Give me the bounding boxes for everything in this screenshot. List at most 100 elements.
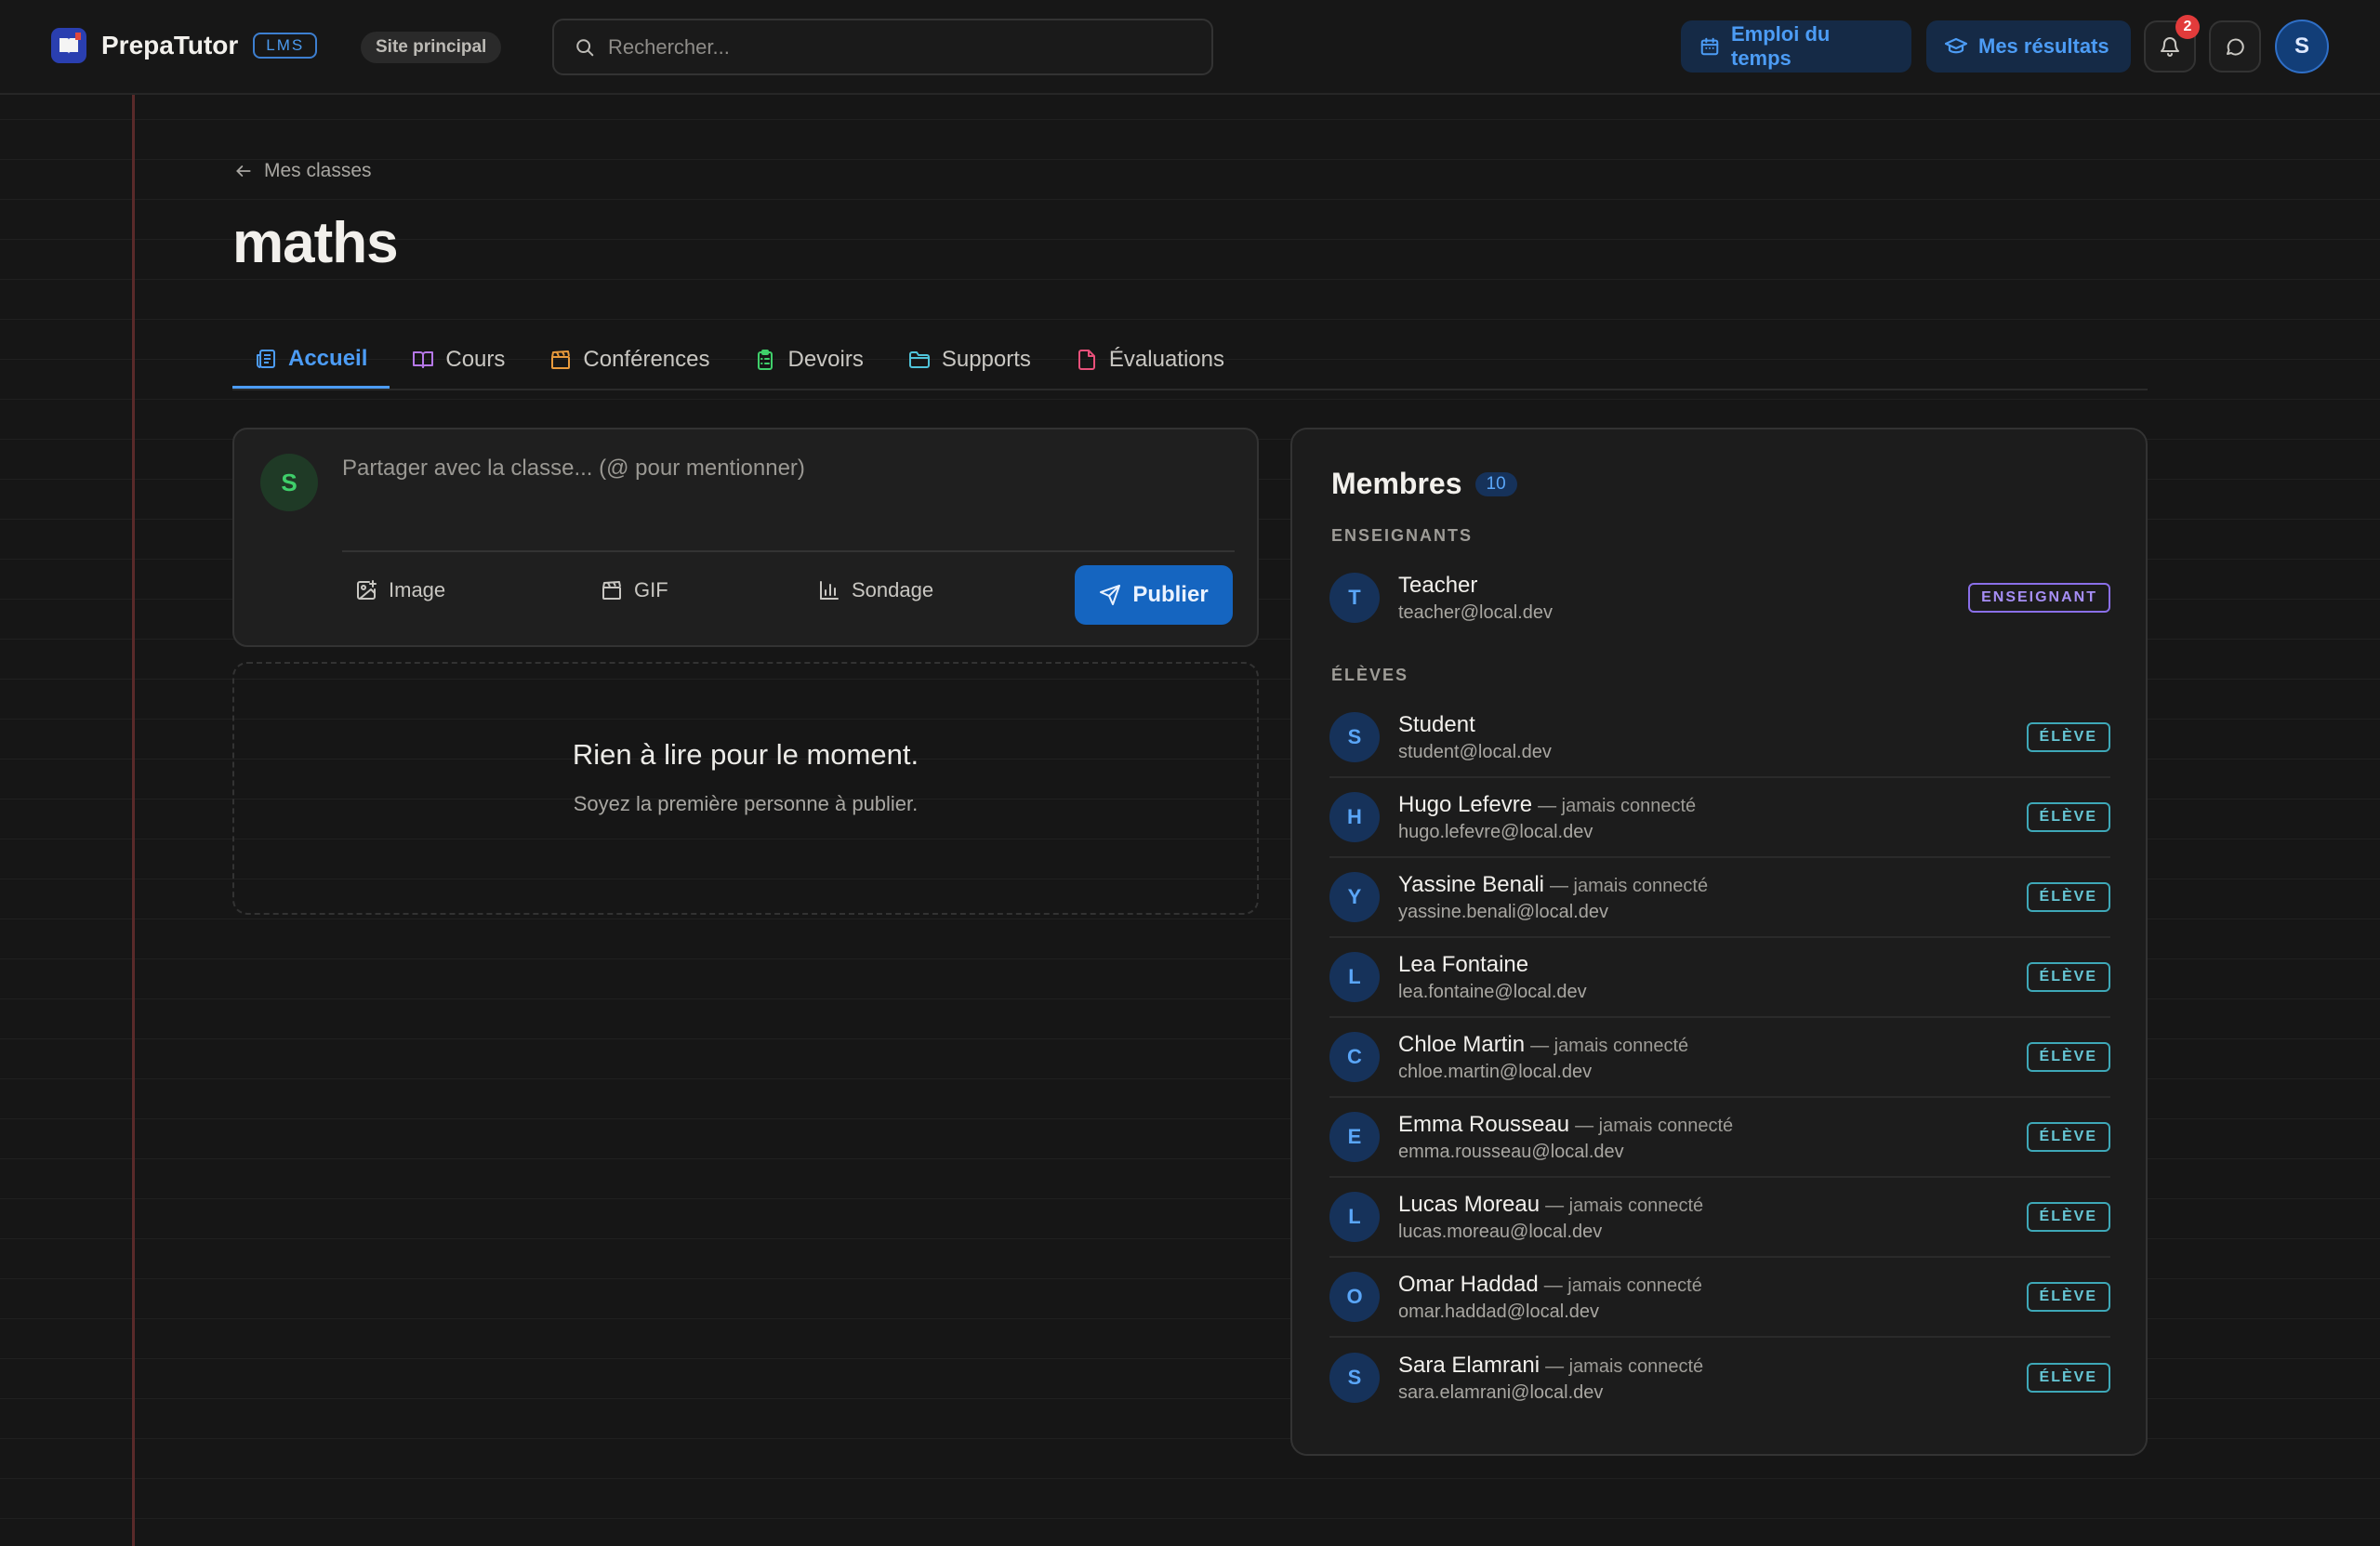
member-name: Yassine Benali	[1398, 871, 1544, 897]
member-avatar: O	[1329, 1272, 1380, 1322]
user-avatar[interactable]: S	[2275, 20, 2329, 73]
results-button[interactable]: Mes résultats	[1926, 20, 2131, 73]
notification-count-badge: 2	[2175, 15, 2200, 39]
gif-label: GIF	[634, 578, 668, 601]
members-header: Membres 10	[1331, 467, 1517, 501]
tab-conferences[interactable]: Conférences	[527, 331, 732, 389]
notifications-button[interactable]: 2	[2144, 15, 2200, 73]
image-plus-icon	[355, 579, 377, 601]
member-email: teacher@local.dev	[1398, 601, 1553, 623]
member-avatar: S	[1329, 712, 1380, 762]
lms-badge: LMS	[253, 33, 318, 59]
brand[interactable]: PrepaTutor LMS	[51, 28, 318, 63]
member-row-student[interactable]: C Chloe Martin — jamais connecté chloe.ma…	[1329, 1018, 2110, 1098]
main-site-link[interactable]: Site principal	[361, 32, 502, 63]
student-role-badge: ÉLÈVE	[2026, 1282, 2110, 1312]
clipboard-list-icon	[754, 349, 776, 371]
tab-evaluations[interactable]: Évaluations	[1053, 331, 1247, 389]
member-row-student[interactable]: E Emma Rousseau — jamais connecté emma.ro…	[1329, 1098, 2110, 1178]
member-row-student[interactable]: H Hugo Lefevre — jamais connecté hugo.lef…	[1329, 778, 2110, 858]
member-row-teacher[interactable]: T Teacher teacher@local.dev ENSEIGNANT	[1329, 558, 2110, 638]
student-role-badge: ÉLÈVE	[2026, 1042, 2110, 1072]
attach-image-button[interactable]: Image	[355, 578, 445, 602]
poll-label: Sondage	[852, 578, 934, 601]
student-role-badge: ÉLÈVE	[2026, 962, 2110, 992]
member-row-student[interactable]: S Student student@local.dev ÉLÈVE	[1329, 698, 2110, 778]
member-name: Lucas Moreau	[1398, 1191, 1540, 1217]
member-email: chloe.martin@local.dev	[1398, 1061, 1593, 1082]
post-composer: S Image GIF Sondage Publier	[232, 428, 1259, 647]
message-circle-icon	[2224, 35, 2246, 58]
member-name: Teacher	[1398, 572, 1478, 598]
student-role-badge: ÉLÈVE	[2026, 722, 2110, 752]
back-to-classes-link[interactable]: Mes classes	[234, 160, 372, 182]
schedule-button[interactable]: Emploi du temps	[1681, 20, 1911, 73]
attach-gif-button[interactable]: GIF	[601, 578, 668, 602]
member-avatar: C	[1329, 1032, 1380, 1082]
tab-label: Cours	[445, 347, 506, 372]
bell-icon	[2159, 35, 2181, 58]
clapperboard-icon	[549, 349, 572, 371]
member-status: — jamais connecté	[1549, 875, 1709, 896]
search-bar[interactable]	[552, 19, 1213, 75]
member-status: — jamais connecté	[1545, 1355, 1704, 1377]
page-title: maths	[232, 211, 399, 275]
member-email: hugo.lefevre@local.dev	[1398, 821, 1593, 842]
member-row-student[interactable]: Y Yassine Benali — jamais connecté yassin…	[1329, 858, 2110, 938]
create-poll-button[interactable]: Sondage	[818, 578, 933, 602]
tab-cours[interactable]: Cours	[390, 331, 527, 389]
members-title: Membres	[1331, 467, 1462, 500]
member-avatar: L	[1329, 1192, 1380, 1242]
tab-supports[interactable]: Supports	[886, 331, 1053, 389]
tab-label: Évaluations	[1108, 347, 1224, 372]
schedule-button-label: Emploi du temps	[1731, 22, 1831, 70]
member-row-student[interactable]: L Lea Fontaine lea.fontaine@local.dev ÉL…	[1329, 938, 2110, 1018]
empty-feed-title: Rien à lire pour le moment.	[572, 738, 919, 771]
members-count-badge: 10	[1474, 471, 1517, 496]
member-email: sara.elamrani@local.dev	[1398, 1381, 1604, 1403]
member-name: Emma Rousseau	[1398, 1111, 1570, 1137]
member-avatar: L	[1329, 952, 1380, 1002]
teachers-section-label: ENSEIGNANTS	[1331, 526, 1474, 545]
member-status: — jamais connecté	[1538, 795, 1697, 816]
folder-icon	[908, 349, 931, 371]
messages-button[interactable]	[2209, 20, 2261, 73]
tab-accueil[interactable]: Accueil	[232, 331, 390, 389]
member-avatar: T	[1329, 573, 1380, 623]
member-avatar: E	[1329, 1112, 1380, 1162]
results-button-label: Mes résultats	[1978, 34, 2109, 58]
book-logo-icon	[51, 28, 86, 63]
member-avatar: H	[1329, 792, 1380, 842]
teacher-role-badge: ENSEIGNANT	[1968, 583, 2110, 613]
brand-name: PrepaTutor	[101, 31, 239, 59]
search-input[interactable]	[608, 34, 1166, 59]
member-row-student[interactable]: L Lucas Moreau — jamais connecté lucas.mo…	[1329, 1178, 2110, 1258]
empty-feed-subtitle: Soyez la première personne à publier.	[573, 792, 919, 815]
search-icon	[575, 37, 595, 58]
member-name: Student	[1398, 711, 1475, 737]
member-name: Omar Haddad	[1398, 1271, 1539, 1297]
back-link-label: Mes classes	[264, 160, 372, 181]
member-name: Chloe Martin	[1398, 1031, 1526, 1057]
calendar-icon	[1699, 36, 1720, 57]
member-row-student[interactable]: S Sara Elamrani — jamais connecté sara.el…	[1329, 1338, 2110, 1418]
students-section-label: ÉLÈVES	[1331, 666, 1409, 684]
member-name: Hugo Lefevre	[1398, 791, 1533, 817]
tab-devoirs[interactable]: Devoirs	[732, 331, 885, 389]
publish-button[interactable]: Publier	[1075, 565, 1233, 625]
composer-divider	[342, 550, 1235, 552]
film-icon	[601, 579, 623, 601]
tab-label: Accueil	[288, 345, 368, 371]
student-role-badge: ÉLÈVE	[2026, 802, 2110, 832]
post-input[interactable]	[342, 456, 1235, 482]
member-name: Lea Fontaine	[1398, 951, 1529, 977]
empty-feed-state: Rien à lire pour le moment. Soyez la pre…	[232, 662, 1259, 915]
bar-chart-icon	[818, 579, 840, 601]
image-label: Image	[389, 578, 446, 601]
class-tabs: Accueil Cours Conférences Devoirs Suppor…	[232, 331, 2148, 390]
tab-label: Supports	[941, 347, 1031, 372]
notebook-margin-line	[132, 95, 135, 1546]
send-icon	[1099, 584, 1121, 606]
member-row-student[interactable]: O Omar Haddad — jamais connecté omar.hadd…	[1329, 1258, 2110, 1338]
student-role-badge: ÉLÈVE	[2026, 1122, 2110, 1152]
